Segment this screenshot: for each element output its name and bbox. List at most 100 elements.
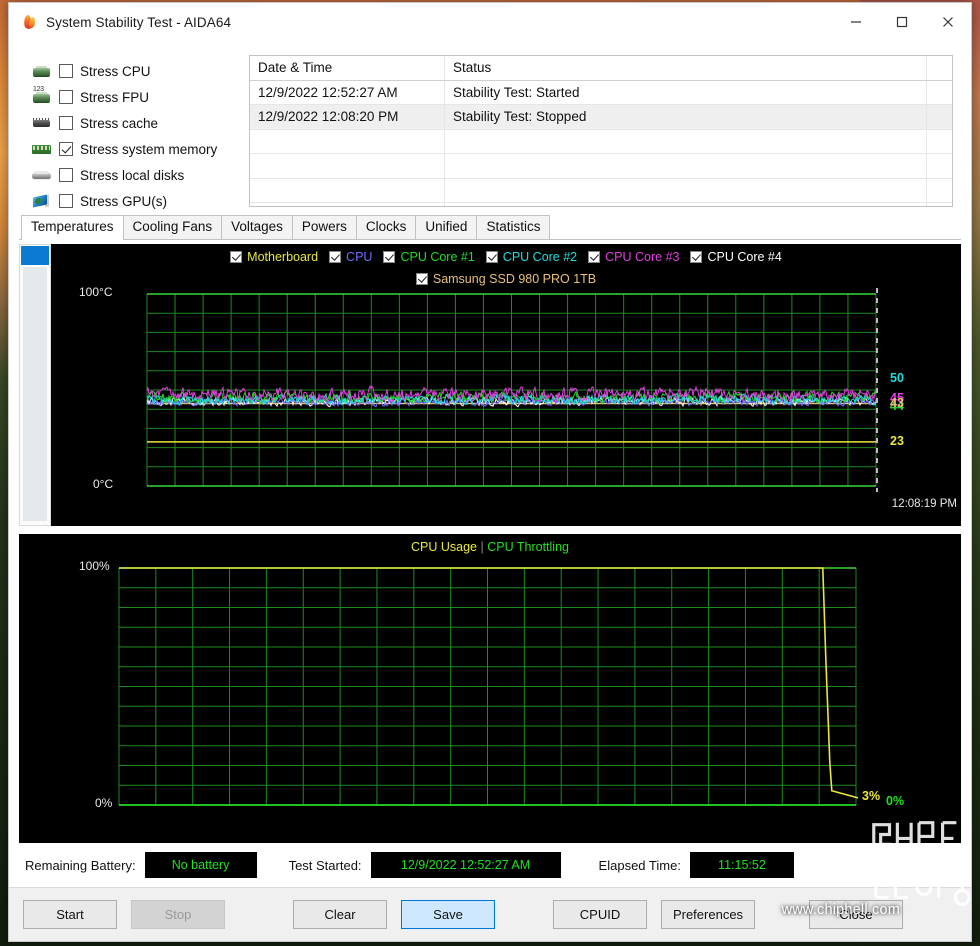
- title-separator: |: [480, 540, 484, 554]
- throttling-value-label: 0%: [886, 794, 905, 808]
- table-header-row: Date & Time Status: [250, 56, 952, 81]
- legend-item-cpu[interactable]: CPU: [329, 250, 372, 264]
- stress-system-memory-checkbox[interactable]: [59, 142, 73, 156]
- stress-option-cpu[interactable]: Stress CPU: [31, 58, 241, 84]
- table-row-empty[interactable]: [250, 203, 952, 206]
- minimize-icon[interactable]: [833, 3, 879, 41]
- temperature-chart-wrapper: Motherboard CPU CPU Core #1 CPU Core #2 …: [19, 244, 961, 526]
- legend-item-samsung-ssd[interactable]: Samsung SSD 980 PRO 1TB: [415, 272, 597, 286]
- table-row-empty[interactable]: [250, 178, 952, 203]
- stress-gpus-checkbox[interactable]: [59, 194, 73, 208]
- column-header-datetime: Date & Time: [250, 56, 445, 80]
- gpu-card-icon: [31, 192, 53, 210]
- legend-label: Samsung SSD 980 PRO 1TB: [432, 272, 597, 286]
- usage-value-label: 3%: [862, 789, 881, 803]
- stop-button[interactable]: Stop: [131, 900, 225, 929]
- legend-item-cpu-core-3[interactable]: CPU Core #3: [588, 250, 679, 264]
- chart-tabs: Temperatures Cooling Fans Voltages Power…: [19, 215, 961, 240]
- window-title: System Stability Test - AIDA64: [46, 14, 232, 30]
- temperature-legend-row-2: Samsung SSD 980 PRO 1TB: [51, 272, 961, 286]
- close-icon[interactable]: [925, 3, 971, 41]
- legend-checkbox[interactable]: [230, 251, 243, 263]
- table-row[interactable]: 12/9/2022 12:08:20 PM Stability Test: St…: [250, 105, 952, 130]
- window-controls: [833, 3, 971, 41]
- stress-option-system-memory[interactable]: Stress system memory: [31, 136, 241, 162]
- title-bar[interactable]: System Stability Test - AIDA64: [9, 3, 971, 41]
- tab-clocks[interactable]: Clocks: [355, 215, 417, 239]
- stress-option-label: Stress local disks: [80, 167, 185, 183]
- stress-option-label: Stress system memory: [80, 141, 218, 157]
- cpu-usage-chart-title: CPU Usage | CPU Throttling: [19, 540, 961, 554]
- legend-item-cpu-core-4[interactable]: CPU Core #4: [690, 250, 782, 264]
- cell-status: Stability Test: Started: [445, 80, 927, 104]
- legend-label: Motherboard: [247, 250, 319, 264]
- legend-checkbox[interactable]: [690, 251, 703, 263]
- footer-button-bar: Start Stop Clear Save CPUID Preferences …: [9, 887, 971, 941]
- tab-unified[interactable]: Unified: [415, 215, 478, 239]
- tab-voltages[interactable]: Voltages: [221, 215, 293, 239]
- cpu-usage-chart[interactable]: CPU Usage | CPU Throttling 100% 0% 3% 0%: [19, 534, 961, 843]
- legend-checkbox[interactable]: [415, 273, 428, 285]
- save-button[interactable]: Save: [401, 900, 495, 929]
- temp-value-label: 43: [890, 396, 904, 411]
- temp-value-label: 23: [890, 433, 904, 448]
- stress-option-cache[interactable]: Stress cache: [31, 110, 241, 136]
- stress-option-label: Stress cache: [80, 115, 159, 131]
- table-row-empty[interactable]: [250, 154, 952, 179]
- temperature-plot: [146, 288, 878, 492]
- clear-button[interactable]: Clear: [293, 900, 387, 929]
- legend-checkbox[interactable]: [485, 251, 498, 263]
- stress-options-list: Stress CPU 123 Stress FPU Stress cache S…: [19, 55, 241, 209]
- cpu-chip-icon: [31, 62, 53, 80]
- column-header-status: Status: [445, 56, 927, 80]
- tab-temperatures[interactable]: Temperatures: [21, 215, 124, 240]
- legend-checkbox[interactable]: [588, 251, 601, 263]
- stress-option-label: Stress CPU: [80, 63, 151, 79]
- start-button[interactable]: Start: [23, 900, 117, 929]
- legend-checkbox[interactable]: [383, 251, 396, 263]
- legend-item-motherboard[interactable]: Motherboard: [230, 250, 318, 264]
- title-cpu-throttling: CPU Throttling: [487, 540, 569, 554]
- stress-option-gpus[interactable]: Stress GPU(s): [31, 188, 241, 214]
- table-row[interactable]: 12/9/2022 12:52:27 AM Stability Test: St…: [250, 80, 952, 105]
- close-button[interactable]: Close: [809, 900, 903, 929]
- legend-item-cpu-core-1[interactable]: CPU Core #1: [383, 250, 475, 264]
- preferences-button[interactable]: Preferences: [661, 900, 755, 929]
- legend-label: CPU Core #3: [605, 250, 680, 264]
- tab-cooling-fans[interactable]: Cooling Fans: [122, 215, 223, 239]
- cell-datetime: 12/9/2022 12:08:20 PM: [250, 105, 445, 129]
- stress-option-local-disks[interactable]: Stress local disks: [31, 162, 241, 188]
- hard-disk-icon: [31, 166, 53, 184]
- stress-fpu-checkbox[interactable]: [59, 90, 73, 104]
- temperature-chart[interactable]: Motherboard CPU CPU Core #1 CPU Core #2 …: [51, 244, 961, 526]
- stress-option-label: Stress GPU(s): [80, 193, 168, 209]
- memory-module-icon: [31, 140, 53, 158]
- elapsed-time-label: Elapsed Time:: [598, 857, 681, 873]
- scrollbar-thumb[interactable]: [21, 246, 49, 265]
- system-stability-test-window: System Stability Test - AIDA64 Stress CP…: [8, 2, 972, 942]
- cpuid-button[interactable]: CPUID: [553, 900, 647, 929]
- stress-option-label: Stress FPU: [80, 89, 150, 105]
- battery-value: No battery: [144, 852, 257, 878]
- stress-cpu-checkbox[interactable]: [59, 64, 73, 78]
- title-cpu-usage: CPU Usage: [411, 540, 478, 554]
- scrollbar-track[interactable]: [23, 267, 47, 521]
- chart-scrollbar[interactable]: [19, 244, 51, 526]
- table-row-empty[interactable]: [250, 129, 952, 154]
- legend-label: CPU Core #4: [707, 250, 782, 264]
- maximize-icon[interactable]: [879, 3, 925, 41]
- cache-chip-icon: [31, 114, 53, 132]
- legend-checkbox[interactable]: [329, 251, 342, 263]
- cell-datetime: 12/9/2022 12:52:27 AM: [250, 80, 445, 104]
- stress-local-disks-checkbox[interactable]: [59, 168, 73, 182]
- legend-item-cpu-core-2[interactable]: CPU Core #2: [485, 250, 578, 264]
- stress-cache-checkbox[interactable]: [59, 116, 73, 130]
- window-body: Stress CPU 123 Stress FPU Stress cache S…: [9, 41, 971, 941]
- column-header-spacer: [927, 56, 952, 80]
- stress-option-fpu[interactable]: 123 Stress FPU: [31, 84, 241, 110]
- tab-powers[interactable]: Powers: [291, 215, 357, 239]
- elapsed-time-value: 11:15:52: [689, 852, 794, 878]
- event-log-table[interactable]: Date & Time Status 12/9/2022 12:52:27 AM…: [249, 55, 953, 207]
- legend-label: CPU Core #2: [502, 250, 578, 264]
- tab-statistics[interactable]: Statistics: [476, 215, 551, 239]
